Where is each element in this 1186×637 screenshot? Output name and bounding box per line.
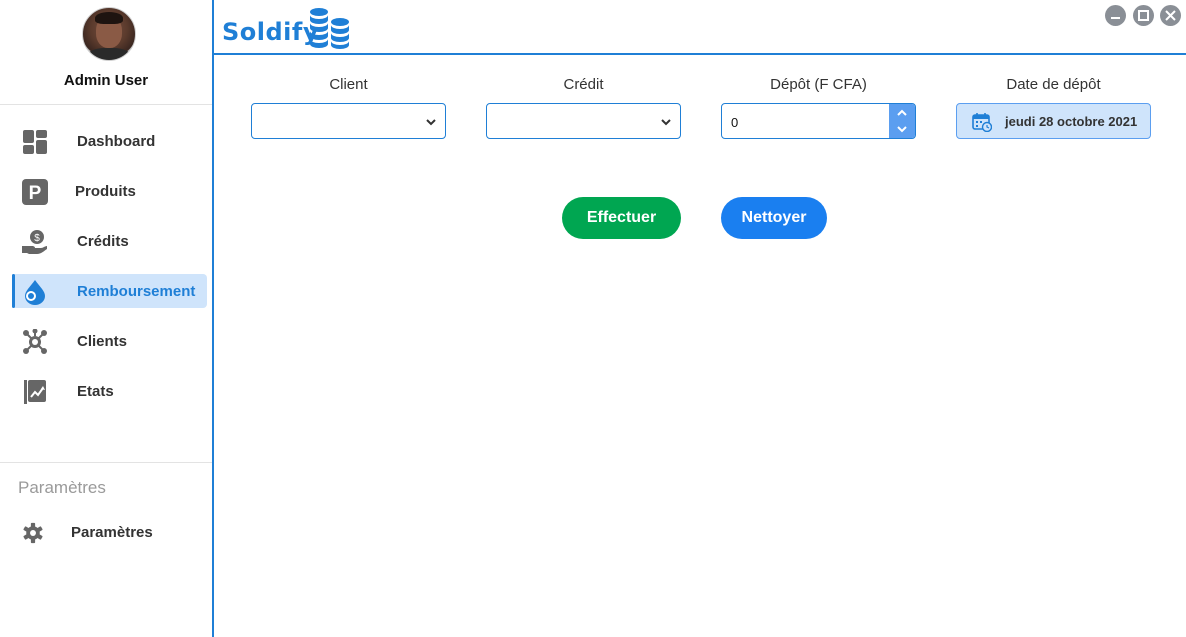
sidebar-item-dashboard[interactable]: Dashboard <box>12 124 207 158</box>
avatar[interactable] <box>82 7 136 61</box>
sidebar-item-label: Crédits <box>77 232 129 250</box>
remboursement-icon <box>25 280 45 305</box>
depot-value[interactable]: 0 <box>731 115 738 130</box>
caret-down-icon <box>897 126 907 133</box>
date-value: jeudi 28 octobre 2021 <box>1005 114 1138 129</box>
date-picker[interactable]: jeudi 28 octobre 2021 <box>956 103 1151 139</box>
sidebar: Admin User Dashboard P Produits $ Crédit… <box>0 0 214 637</box>
maximize-icon[interactable] <box>1133 5 1154 26</box>
decrement-button[interactable] <box>889 121 915 138</box>
sidebar-item-label: Etats <box>77 382 114 400</box>
sidebar-item-parametres[interactable]: Paramètres <box>12 515 207 549</box>
minimize-icon[interactable] <box>1105 5 1126 26</box>
sidebar-item-label: Paramètres <box>71 523 153 541</box>
coins-stack-icon <box>310 8 349 49</box>
spinner-buttons <box>889 104 915 138</box>
sidebar-divider <box>0 104 212 105</box>
chevron-down-icon <box>426 119 436 126</box>
chevron-down-icon <box>661 119 671 126</box>
increment-button[interactable] <box>889 104 915 121</box>
brand-name: Soldify <box>222 18 319 46</box>
sidebar-item-label: Dashboard <box>77 132 156 150</box>
credit-hand-icon: $ <box>22 230 47 254</box>
credit-label: Crédit <box>563 76 604 93</box>
gear-icon <box>23 522 43 544</box>
sidebar-item-label: Produits <box>75 182 136 200</box>
date-label: Date de dépôt <box>1006 76 1101 93</box>
sidebar-item-credits[interactable]: $ Crédits <box>12 224 207 258</box>
depot-spinner[interactable]: 0 <box>721 103 916 139</box>
calendar-icon <box>972 113 992 132</box>
effectuer-button[interactable]: Effectuer <box>562 197 681 239</box>
close-icon[interactable] <box>1160 5 1181 26</box>
sidebar-item-label: Remboursement <box>77 282 196 300</box>
app-header: Soldify <box>214 0 1186 55</box>
sidebar-item-produits[interactable]: P Produits <box>12 174 207 208</box>
svg-text:$: $ <box>34 233 40 244</box>
depot-label: Dépôt (F CFA) <box>770 76 867 93</box>
nettoyer-button[interactable]: Nettoyer <box>721 197 827 239</box>
settings-section-title: Paramètres <box>18 478 106 497</box>
sidebar-divider <box>0 462 212 463</box>
client-select[interactable] <box>251 103 446 139</box>
client-label: Client <box>329 76 368 93</box>
sidebar-item-clients[interactable]: Clients <box>12 324 207 358</box>
sidebar-item-label: Clients <box>77 332 128 350</box>
svg-text:P: P <box>29 183 42 204</box>
dashboard-icon <box>23 130 47 154</box>
user-name: Admin User <box>63 72 149 89</box>
chart-icon <box>24 380 46 404</box>
produits-icon: P <box>22 179 48 205</box>
clients-network-icon <box>23 329 47 354</box>
credit-select[interactable] <box>486 103 681 139</box>
caret-up-icon <box>897 109 907 116</box>
sidebar-item-remboursement[interactable]: Remboursement <box>12 274 207 308</box>
sidebar-item-etats[interactable]: Etats <box>12 374 207 408</box>
